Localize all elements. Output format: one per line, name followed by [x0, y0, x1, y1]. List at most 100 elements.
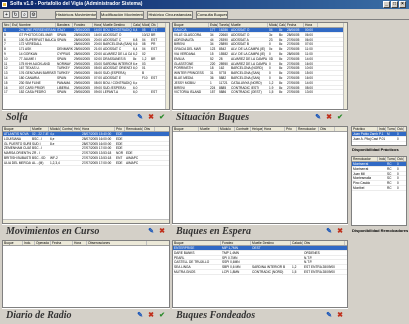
table-row[interactable]: Juan A. Pilaj CastelloP.01 0 — [352, 137, 406, 142]
settings-icon[interactable]: ⚙ — [30, 11, 37, 18]
column-header[interactable]: Fondeo — [73, 23, 93, 27]
movimientos-grid[interactable]: BuqueMuelleMóduloContratéHniqueHoraPrioR… — [2, 126, 170, 224]
close-icon[interactable]: × — [399, 1, 406, 8]
column-header[interactable]: Muelle Destino — [251, 241, 291, 245]
column-header[interactable]: Muelle — [230, 23, 268, 27]
table-cell: 12 — [4, 66, 8, 71]
column-header[interactable]: Operada — [35, 241, 51, 245]
column-header[interactable]: Remolcador — [125, 127, 143, 131]
column-header[interactable]: Muelle — [31, 127, 49, 131]
fondeados-grid[interactable]: Buque Fondeo Muelle Destino Calado Obs ENTER… — [172, 240, 348, 308]
search-icon[interactable]: ⌕ — [21, 11, 28, 18]
column-header[interactable]: Turno — [386, 157, 396, 161]
column-header[interactable]: Obs — [143, 127, 155, 131]
column-header[interactable]: Remolcador — [297, 127, 319, 131]
accept-icon[interactable]: ✔ — [157, 113, 167, 123]
column-header[interactable]: Bandera — [56, 23, 73, 27]
column-header[interactable]: Observaciones — [87, 241, 147, 245]
column-header[interactable]: Buque — [3, 241, 23, 245]
edit-icon[interactable]: ✎ — [313, 113, 323, 123]
column-header[interactable]: Ocio — [396, 157, 404, 161]
column-header[interactable]: Calado — [132, 23, 141, 27]
column-header[interactable]: Turno — [386, 127, 396, 131]
column-header[interactable]: Hora — [93, 23, 102, 27]
column-header[interactable]: Fondeo — [221, 241, 251, 245]
modificacion-movimientos-button[interactable]: Modificación Movimientos — [100, 11, 144, 19]
column-header[interactable]: Estad — [11, 23, 18, 27]
solfa-scrollbar[interactable] — [165, 23, 169, 109]
column-header[interactable]: Nombre — [18, 23, 56, 27]
column-header[interactable]: Tonelaje — [218, 23, 230, 27]
column-header[interactable]: Calado — [278, 23, 286, 27]
column-header[interactable]: Módulo — [219, 127, 235, 131]
table-row[interactable]: ULIA DEL MERCAO AL - (M) 1,2,3,4 27/07/2005… — [3, 161, 169, 166]
historico-circunstancias-button[interactable]: Histórico Circunstancias — [147, 11, 193, 19]
cancel-icon[interactable]: ✖ — [146, 113, 156, 123]
column-header[interactable]: Obs — [319, 127, 335, 131]
column-header[interactable]: Hora — [81, 127, 115, 131]
practicos-grid[interactable]: Práctico Indc. Turno Ocio Juan Pablo Zamba P… — [351, 126, 407, 146]
column-header[interactable]: Hora — [304, 23, 318, 27]
column-header[interactable]: Hora — [73, 241, 87, 245]
column-header[interactable]: Módulo — [141, 23, 150, 27]
column-header[interactable]: Buque — [173, 23, 209, 27]
edit-icon[interactable]: ✎ — [135, 113, 145, 123]
column-header[interactable]: Contraté — [61, 127, 73, 131]
column-header[interactable]: Ocio — [396, 127, 404, 131]
cancel-icon[interactable]: ✖ — [335, 227, 345, 237]
column-header[interactable]: Muelle — [199, 127, 219, 131]
column-header[interactable]: Fecha — [286, 23, 304, 27]
edit-icon[interactable]: ✎ — [324, 311, 334, 321]
refresh-icon[interactable]: ↻ — [12, 11, 19, 18]
column-header[interactable]: Fecha — [51, 241, 73, 245]
table-row[interactable]: MUTRA GNOS LCPI 1,8MN CONTRADIC (NORD) 1,5 E… — [173, 270, 347, 275]
column-header[interactable]: Indc. — [23, 241, 35, 245]
table-row[interactable]: Montbel RC 0 — [352, 186, 406, 191]
column-header[interactable]: Indc. — [378, 127, 386, 131]
column-header[interactable]: Hnique — [73, 127, 81, 131]
table-cell — [378, 186, 386, 190]
maximize-icon[interactable]: □ — [391, 1, 398, 8]
column-header[interactable]: Buque — [3, 127, 31, 131]
edit-icon[interactable]: ✎ — [324, 227, 334, 237]
column-header[interactable]: Hora — [263, 127, 285, 131]
espera-grid[interactable]: Buque Muelle Módulo Contraté Hnique Hora Prio R… — [172, 126, 348, 224]
column-header[interactable]: Buque — [173, 241, 221, 245]
situacion-grid[interactable]: BuqueEstadTonelajeMuelleMódulosCaladoFec… — [172, 22, 348, 110]
column-header[interactable]: Remolcador — [352, 157, 378, 161]
column-header[interactable]: Muelle Destino — [102, 23, 132, 27]
cancel-icon[interactable]: ✖ — [157, 227, 167, 237]
edit-icon[interactable]: ✎ — [146, 227, 156, 237]
column-header[interactable]: Estad — [209, 23, 218, 27]
column-header[interactable]: Módulo — [49, 127, 61, 131]
cancel-icon[interactable]: ✖ — [146, 311, 156, 321]
new-icon[interactable]: + — [3, 11, 10, 18]
column-header[interactable]: Indc. — [378, 157, 386, 161]
cancel-icon[interactable]: ✖ — [335, 311, 345, 321]
column-header[interactable]: Práctico — [352, 127, 378, 131]
historicos-movimientos-button[interactable]: Históricos Movimientos — [55, 11, 97, 19]
table-row[interactable]: VICTORIA ISLAND 157 5886 CONTRADIC (OEST) 1,… — [173, 90, 347, 96]
accept-icon[interactable]: ✔ — [157, 311, 167, 321]
cancel-icon[interactable]: ✖ — [324, 113, 334, 123]
column-header[interactable]: Contraté — [235, 127, 251, 131]
column-header[interactable]: Nro — [3, 23, 11, 27]
remolcadores-grid[interactable]: Remolcador Indc. Turno Ocio Montserrat RC 0 Mo… — [351, 156, 407, 226]
edit-icon[interactable]: ✎ — [135, 311, 145, 321]
minimize-icon[interactable]: _ — [383, 1, 390, 8]
table-row[interactable]: 17 152 CASA PEDRO SPAIN 29/06/2005 09:00 LEPA… — [3, 90, 169, 96]
accept-icon[interactable]: ✔ — [335, 113, 345, 123]
column-header[interactable]: Obs — [303, 241, 345, 245]
column-header[interactable]: Buque — [173, 127, 199, 131]
column-header[interactable]: Prio — [115, 127, 125, 131]
solfa-grid[interactable]: NroEstadNombreBanderaFondeoHoraMuelle De… — [2, 22, 170, 110]
movimientos-scrollbar[interactable] — [3, 219, 169, 223]
diario-grid[interactable]: Buque Indc. Operada Fecha Hora Observaciones — [2, 240, 170, 308]
column-header[interactable]: Ob. — [150, 23, 158, 27]
column-header[interactable]: Módulos — [268, 23, 278, 27]
column-header[interactable]: Hnique — [251, 127, 263, 131]
column-header[interactable]: Calado — [291, 241, 303, 245]
situacion-scrollbar[interactable] — [343, 23, 347, 109]
consulta-buques-button[interactable]: Consulta Buques — [196, 11, 228, 19]
column-header[interactable]: Prio — [285, 127, 297, 131]
